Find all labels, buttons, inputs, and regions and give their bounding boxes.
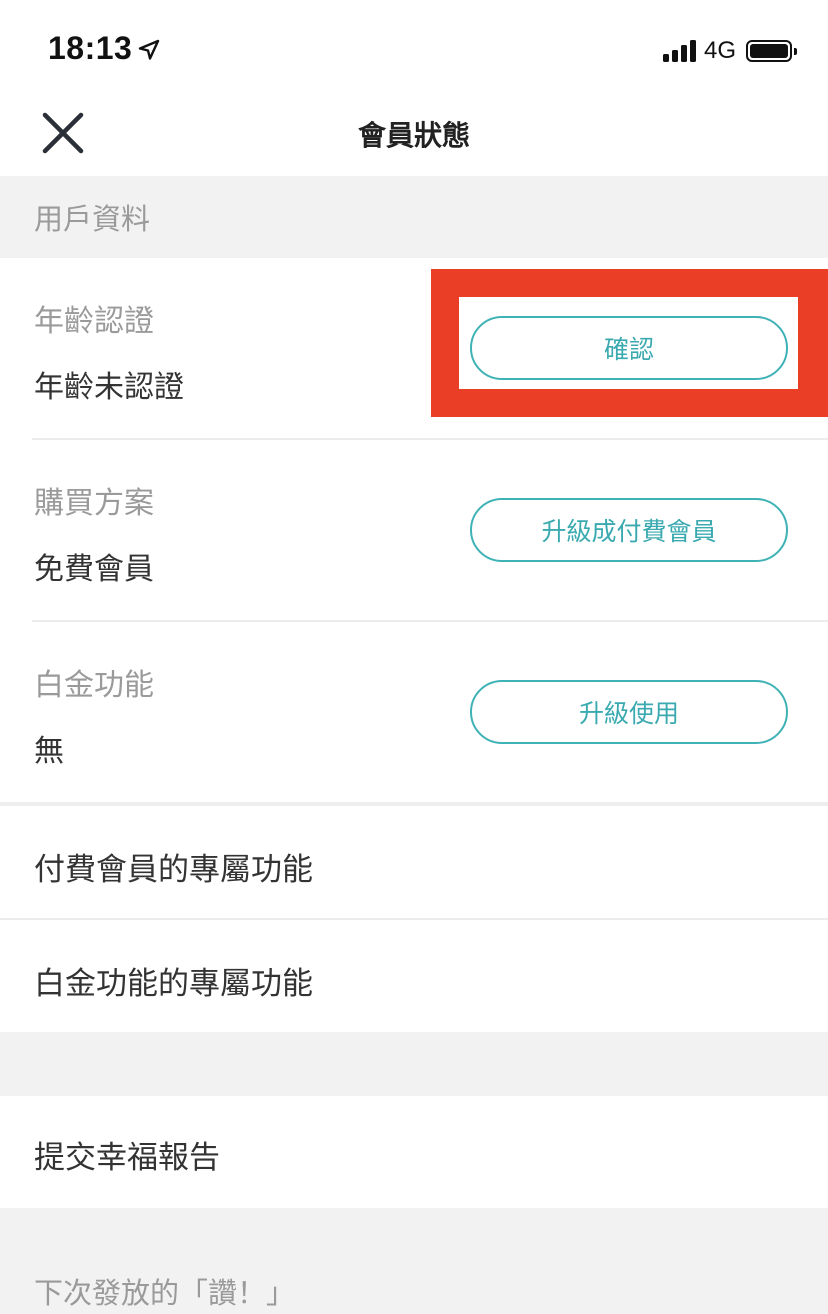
confirm-age-button[interactable]: 確認 (470, 316, 788, 380)
age-verification-row: 年齡認證 年齡未認證 確認 (0, 258, 828, 440)
nav-bar: 會員狀態 (0, 100, 828, 176)
status-time: 18:13 (48, 30, 133, 66)
signal-icon (662, 40, 696, 62)
platinum-value: 無 (34, 734, 64, 769)
location-arrow-icon (138, 39, 160, 60)
section-header-label: 下次發放的「讚！」 (34, 1276, 296, 1310)
section-spacer (0, 1032, 828, 1096)
section-header-next-likes: 下次發放的「讚！」 (0, 1208, 828, 1314)
plan-value: 免費會員 (34, 552, 154, 587)
plan-label: 購買方案 (34, 486, 154, 521)
age-verification-label: 年齡認證 (34, 304, 154, 339)
network-type: 4G (703, 37, 736, 64)
paid-features-link[interactable]: 付費會員的專屬功能 (0, 806, 828, 920)
section-header-user-info: 用戶資料 (0, 176, 828, 258)
paid-features-label: 付費會員的專屬功能 (34, 852, 313, 888)
battery-icon (746, 40, 797, 62)
section-header-label: 用戶資料 (34, 202, 151, 236)
platinum-row: 白金功能 無 升級使用 (0, 622, 828, 802)
plan-row: 購買方案 免費會員 升級成付費會員 (0, 440, 828, 622)
upgrade-paid-button[interactable]: 升級成付費會員 (470, 498, 788, 562)
status-indicators: 4G (662, 36, 797, 66)
upgrade-platinum-button[interactable]: 升級使用 (470, 680, 788, 744)
age-verification-value: 年齡未認證 (34, 370, 184, 405)
platinum-label: 白金功能 (34, 668, 154, 703)
platinum-features-label: 白金功能的專屬功能 (34, 966, 313, 1002)
page-title: 會員狀態 (357, 119, 470, 152)
platinum-features-link[interactable]: 白金功能的專屬功能 (0, 920, 828, 1032)
happiness-report-label: 提交幸福報告 (34, 1140, 220, 1176)
status-bar: 18:13 4G (0, 0, 828, 100)
happiness-report-link[interactable]: 提交幸福報告 (0, 1096, 828, 1208)
